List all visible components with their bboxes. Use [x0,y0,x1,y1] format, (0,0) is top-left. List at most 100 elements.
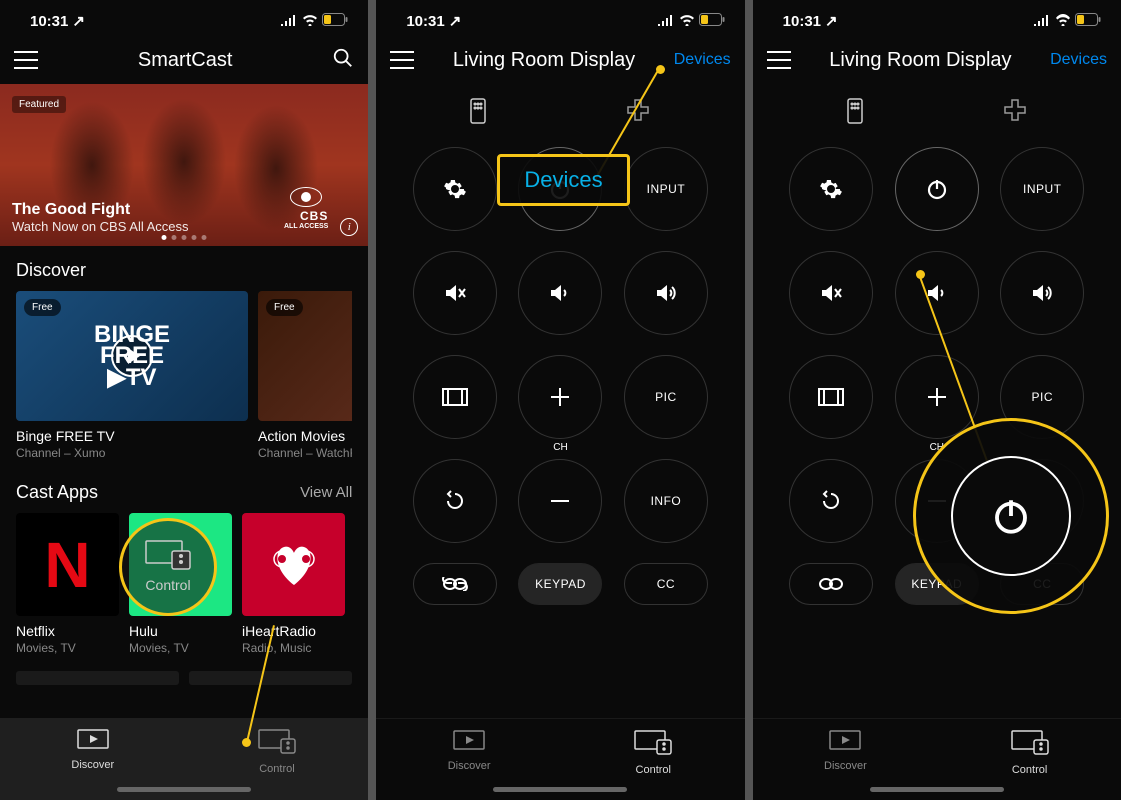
battery-icon [699,13,725,30]
section-title-discover: Discover [16,260,86,281]
location-arrow-icon: ↗ [825,12,838,30]
volume-down-button[interactable] [518,251,602,335]
nav-control[interactable]: Control [633,729,673,776]
app-sub: Movies, TV [16,641,119,655]
nav-label: Discover [824,760,867,772]
card-title: Action Movies [258,428,352,444]
info-button[interactable]: INFO [1000,459,1084,543]
dpad-icon[interactable] [1003,98,1027,129]
keypad-button[interactable]: KEYPAD [518,563,602,605]
home-indicator[interactable] [493,787,627,792]
app-name: Netflix [16,623,119,639]
discover-section: Discover Free BINGEFREE▶TV Binge FREE TV… [0,246,368,468]
nav-discover[interactable]: Discover [71,728,114,771]
cc-button[interactable]: CC [1000,563,1084,605]
status-bar: 10:31 ↗ [0,0,368,36]
volume-up-button[interactable] [1000,251,1084,335]
keypad-button[interactable]: KEYPAD [895,563,979,605]
location-arrow-icon: ↗ [449,12,462,30]
pic-button[interactable]: PIC [1000,355,1084,439]
volume-down-button[interactable] [895,251,979,335]
cc-button[interactable]: CC [624,563,708,605]
battery-icon [1075,13,1101,30]
app-thumb [242,513,345,616]
back-button[interactable] [413,459,497,543]
wifi-icon [1055,13,1071,30]
mute-button[interactable] [789,251,873,335]
featured-title: The Good Fight [12,201,189,219]
section-title-cast: Cast Apps [16,482,98,503]
menu-button[interactable] [390,51,414,69]
power-button[interactable] [518,147,602,231]
discover-card[interactable]: Free BINGEFREE▶TV Binge FREE TV Channel … [16,291,248,460]
carousel-dots [162,235,207,240]
free-badge: Free [266,299,303,316]
nav-discover[interactable]: Discover [448,729,491,772]
bottom-nav: Discover Control [753,718,1121,800]
screen-3-remote-power: 10:31 ↗ Living Room Display Devices INPU… [753,0,1121,800]
app-card-hulu[interactable]: Hulu Movies, TV [129,513,232,655]
view-all-link[interactable]: View All [300,484,352,501]
dpad-icon[interactable] [626,98,650,129]
devices-link[interactable]: Devices [1050,51,1107,69]
settings-button[interactable] [789,147,873,231]
settings-button[interactable] [413,147,497,231]
screen-1-smartcast-discover: 10:31 ↗ SmartCast Featured The Good Figh… [0,0,368,800]
menu-button[interactable] [767,51,791,69]
aspect-button[interactable] [789,355,873,439]
discover-icon [71,728,114,755]
nav-discover[interactable]: Discover [824,729,867,772]
nav-label: Discover [448,760,491,772]
devices-link[interactable]: Devices [674,51,731,69]
remote-mode-tabs [753,84,1121,147]
status-bar: 10:31 ↗ [376,0,744,36]
info-button[interactable]: INFO [624,459,708,543]
app-header: SmartCast [0,36,368,84]
link-button[interactable] [789,563,873,605]
home-indicator[interactable] [870,787,1004,792]
input-button[interactable]: INPUT [624,147,708,231]
power-button[interactable] [895,147,979,231]
app-card-netflix[interactable]: N Netflix Movies, TV [16,513,119,655]
featured-banner[interactable]: Featured The Good Fight Watch Now on CBS… [0,84,368,246]
nav-label: Control [257,763,297,775]
nav-control[interactable]: Control [1010,729,1050,776]
free-badge: Free [24,299,61,316]
app-thumb [129,513,232,616]
remote-icon[interactable] [847,98,863,129]
nav-label: Discover [71,759,114,771]
app-card-iheart[interactable]: iHeartRadio Radio, Music [242,513,345,655]
nav-control[interactable]: Control [257,728,297,775]
channel-down-button[interactable] [518,459,602,543]
mute-button[interactable] [413,251,497,335]
discover-icon [824,729,867,756]
pic-button[interactable]: PIC [624,355,708,439]
volume-up-button[interactable] [624,251,708,335]
wifi-icon [679,13,695,30]
remote-mode-tabs [376,84,744,147]
home-indicator[interactable] [117,787,251,792]
remote-icon[interactable] [470,98,486,129]
discover-icon [448,729,491,756]
input-button[interactable]: INPUT [1000,147,1084,231]
control-icon [257,728,297,759]
channel-up-button[interactable]: CH [895,355,979,439]
control-icon [633,729,673,760]
channel-up-button[interactable]: CH [518,355,602,439]
placeholder-card [189,671,352,685]
app-title: SmartCast [138,49,232,72]
channel-down-button[interactable] [895,459,979,543]
featured-subtitle: Watch Now on CBS All Access [12,219,189,234]
card-subtitle: Channel – Xumo [16,446,248,460]
search-button[interactable] [332,47,354,74]
link-button[interactable] [413,563,497,605]
app-header: Living Room Display Devices [753,36,1121,84]
menu-button[interactable] [14,51,38,69]
cast-apps-section: Cast Apps View All N Netflix Movies, TV … [0,468,368,663]
back-button[interactable] [789,459,873,543]
remote-button-grid: INPUT CH PIC INFO KEYPAD CC [376,147,744,605]
bottom-nav: Discover Control [0,718,368,800]
aspect-button[interactable] [413,355,497,439]
status-bar: 10:31 ↗ [753,0,1121,36]
discover-card[interactable]: Free Action Movies Channel – WatchFree [258,291,352,460]
